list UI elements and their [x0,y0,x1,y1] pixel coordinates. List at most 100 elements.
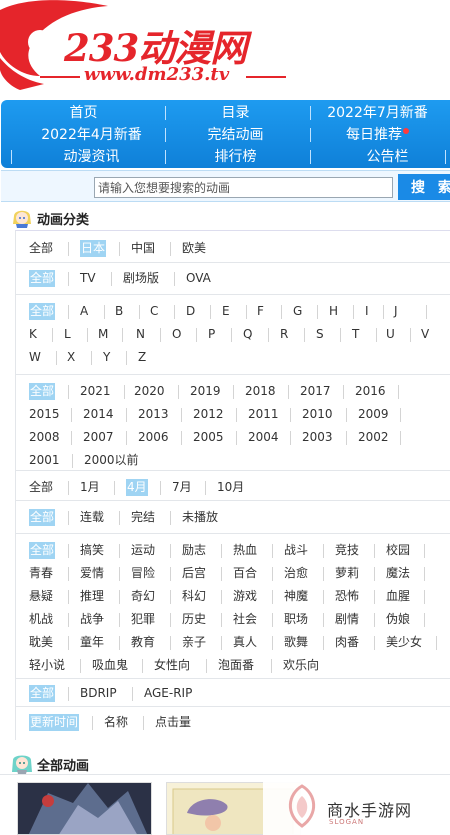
letter-option[interactable]: Q [243,326,252,343]
year-option[interactable]: 2003 [302,429,333,446]
letter-option[interactable]: Z [138,349,146,366]
letter-option[interactable]: P [208,326,215,343]
letter-option[interactable]: V [421,326,429,343]
letter-option[interactable]: M [98,326,108,343]
nav-news[interactable]: 动漫资讯 [19,146,164,168]
genre-option[interactable]: 萝莉 [335,565,359,582]
sort-option[interactable]: 点击量 [155,714,191,731]
status-option[interactable]: 连载 [80,509,104,526]
genre-option[interactable]: 全部 [29,542,56,559]
nav-2022-july[interactable]: 2022年7月新番 [305,102,450,124]
letter-option[interactable]: E [222,303,230,320]
year-option[interactable]: 2014 [83,406,114,423]
genre-option[interactable]: 百合 [233,565,257,582]
letter-option[interactable]: 全部 [29,303,56,320]
letter-option[interactable]: Y [103,349,110,366]
genre-option[interactable]: 血腥 [386,588,410,605]
year-option[interactable]: 2013 [138,406,169,423]
genre-option[interactable]: 机战 [29,611,53,628]
region-option[interactable]: 全部 [29,240,53,257]
letter-option[interactable]: R [280,326,288,343]
status-option[interactable]: 未播放 [182,509,218,526]
year-option[interactable]: 2006 [138,429,169,446]
resource-option[interactable]: BDRIP [80,685,117,702]
letter-option[interactable]: S [316,326,324,343]
genre-option[interactable]: 剧情 [335,611,359,628]
genre-option[interactable]: 童年 [80,634,104,651]
genre-option[interactable]: 游戏 [233,588,257,605]
nav-ranking[interactable]: 排行榜 [163,146,308,168]
genre-option[interactable]: 励志 [182,542,206,559]
year-option[interactable]: 2017 [300,383,331,400]
letter-option[interactable]: T [352,326,359,343]
letter-option[interactable]: N [136,326,145,343]
type-option[interactable]: OVA [186,270,211,287]
genre-option[interactable]: 真人 [233,634,257,651]
anime-card-thumbnail[interactable] [17,782,152,835]
genre-option[interactable]: 犯罪 [131,611,155,628]
letter-option[interactable]: C [150,303,158,320]
month-option[interactable]: 4月 [126,479,148,496]
year-option[interactable]: 2019 [190,383,221,400]
sort-option[interactable]: 名称 [104,714,128,731]
letter-option[interactable]: H [329,303,338,320]
year-option[interactable]: 2011 [248,406,279,423]
genre-option[interactable]: 冒险 [131,565,155,582]
resource-option[interactable]: 全部 [29,685,56,702]
genre-option[interactable]: 青春 [29,565,53,582]
genre-option[interactable]: 耽美 [29,634,53,651]
genre-option[interactable]: 职场 [284,611,308,628]
year-option[interactable]: 全部 [29,383,56,400]
genre-option[interactable]: 运动 [131,542,155,559]
search-button[interactable]: 搜 索 [398,174,450,200]
genre-option[interactable]: 神魔 [284,588,308,605]
genre-option[interactable]: 吸血鬼 [92,657,128,674]
genre-option[interactable]: 亲子 [182,634,206,651]
genre-option[interactable]: 竞技 [335,542,359,559]
letter-option[interactable]: L [64,326,71,343]
letter-option[interactable]: X [67,349,75,366]
year-option[interactable]: 2002 [358,429,389,446]
year-option[interactable]: 2016 [355,383,386,400]
letter-option[interactable]: G [293,303,302,320]
type-option[interactable]: TV [80,270,96,287]
genre-option[interactable]: 悬疑 [29,588,53,605]
letter-option[interactable]: W [29,349,41,366]
year-option[interactable]: 2009 [358,406,389,423]
year-option[interactable]: 2015 [29,406,60,423]
year-option[interactable]: 2008 [29,429,60,446]
year-option[interactable]: 2001 [29,452,60,469]
genre-option[interactable]: 恐怖 [335,588,359,605]
genre-option[interactable]: 治愈 [284,565,308,582]
region-option[interactable]: 日本 [80,240,107,257]
genre-option[interactable]: 历史 [182,611,206,628]
letter-option[interactable]: J [394,303,398,320]
nav-announcements[interactable]: 公告栏 [315,146,450,168]
genre-option[interactable]: 科幻 [182,588,206,605]
genre-option[interactable]: 伪娘 [386,611,410,628]
nav-catalog[interactable]: 目录 [163,102,308,124]
year-option[interactable]: 2012 [193,406,224,423]
genre-option[interactable]: 美少女 [386,634,422,651]
month-option[interactable]: 1月 [80,479,100,496]
genre-option[interactable]: 肉番 [335,634,359,651]
genre-option[interactable]: 社会 [233,611,257,628]
year-option[interactable]: 2018 [245,383,276,400]
genre-option[interactable]: 欢乐向 [283,657,319,674]
genre-option[interactable]: 后宫 [182,565,206,582]
month-option[interactable]: 10月 [217,479,244,496]
year-option[interactable]: 2021 [80,383,111,400]
letter-option[interactable]: U [386,326,395,343]
letter-option[interactable]: B [115,303,123,320]
region-option[interactable]: 欧美 [182,240,206,257]
year-option[interactable]: 2007 [83,429,114,446]
nav-daily-recommend[interactable]: 每日推荐 [305,124,450,146]
nav-home[interactable]: 首页 [11,102,156,124]
genre-option[interactable]: 推理 [80,588,104,605]
genre-option[interactable]: 魔法 [386,565,410,582]
letter-option[interactable]: D [186,303,195,320]
letter-option[interactable]: F [257,303,264,320]
letter-option[interactable]: A [80,303,88,320]
letter-option[interactable]: K [29,326,37,343]
year-option[interactable]: 2010 [302,406,333,423]
